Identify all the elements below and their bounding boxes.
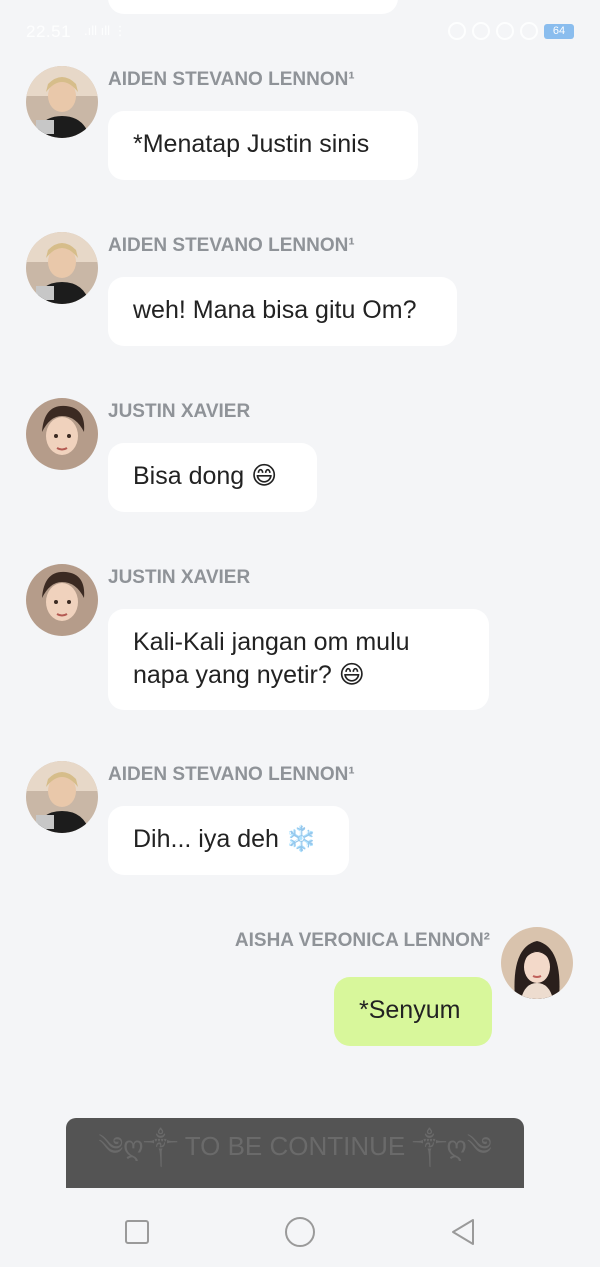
message-bubble[interactable]: *Senyum xyxy=(334,977,492,1046)
sender-name: JUSTIN XAVIER xyxy=(108,567,251,588)
sender-name: AIDEN STEVANO LENNON¹ xyxy=(108,69,355,90)
status-time: 22.51 xyxy=(26,22,72,41)
sender-name: AISHA VERONICA LENNON² xyxy=(234,930,490,951)
home-button[interactable] xyxy=(280,1212,320,1252)
triangle-icon xyxy=(452,1219,474,1245)
navigation-bar xyxy=(0,1188,600,1267)
signal-icon: .ıll ıll ⋮ xyxy=(84,23,127,38)
back-button[interactable] xyxy=(443,1212,483,1252)
battery-icon: 64 xyxy=(544,23,574,39)
justin-avatar[interactable] xyxy=(26,398,98,470)
message-bubble[interactable]: weh! Mana bisa gitu Om? xyxy=(108,277,457,346)
aiden-avatar[interactable] xyxy=(26,66,98,138)
alarm-icon xyxy=(496,22,514,40)
message-bubble[interactable]: *Menatap Justin sinis xyxy=(108,111,418,180)
headset-icon xyxy=(520,22,538,40)
status-icons: 64 xyxy=(448,22,574,40)
recents-button[interactable] xyxy=(117,1212,157,1252)
aiden-avatar[interactable] xyxy=(26,761,98,833)
previous-message-bubble xyxy=(108,0,398,14)
location-icon xyxy=(472,22,490,40)
justin-avatar[interactable] xyxy=(26,564,98,636)
square-icon xyxy=(125,1220,149,1244)
aiden-avatar[interactable] xyxy=(26,232,98,304)
sender-name: JUSTIN XAVIER xyxy=(108,401,251,422)
sender-name: AIDEN STEVANO LENNON¹ xyxy=(108,235,355,256)
circle-icon xyxy=(285,1217,315,1247)
wifi-icon xyxy=(448,22,466,40)
message-bubble[interactable]: Dih... iya deh ❄️ xyxy=(108,806,349,875)
message-bubble[interactable]: Kali-Kali jangan om mulu napa yang nyeti… xyxy=(108,609,489,710)
to-be-continue-banner: ༄ღ༒ TO BE CONTINUE ༒ღ༄ xyxy=(66,1118,524,1190)
aisha-avatar[interactable] xyxy=(501,927,573,999)
sender-name: AIDEN STEVANO LENNON¹ xyxy=(108,764,355,785)
message-bubble[interactable]: Bisa dong 😄 xyxy=(108,443,317,512)
